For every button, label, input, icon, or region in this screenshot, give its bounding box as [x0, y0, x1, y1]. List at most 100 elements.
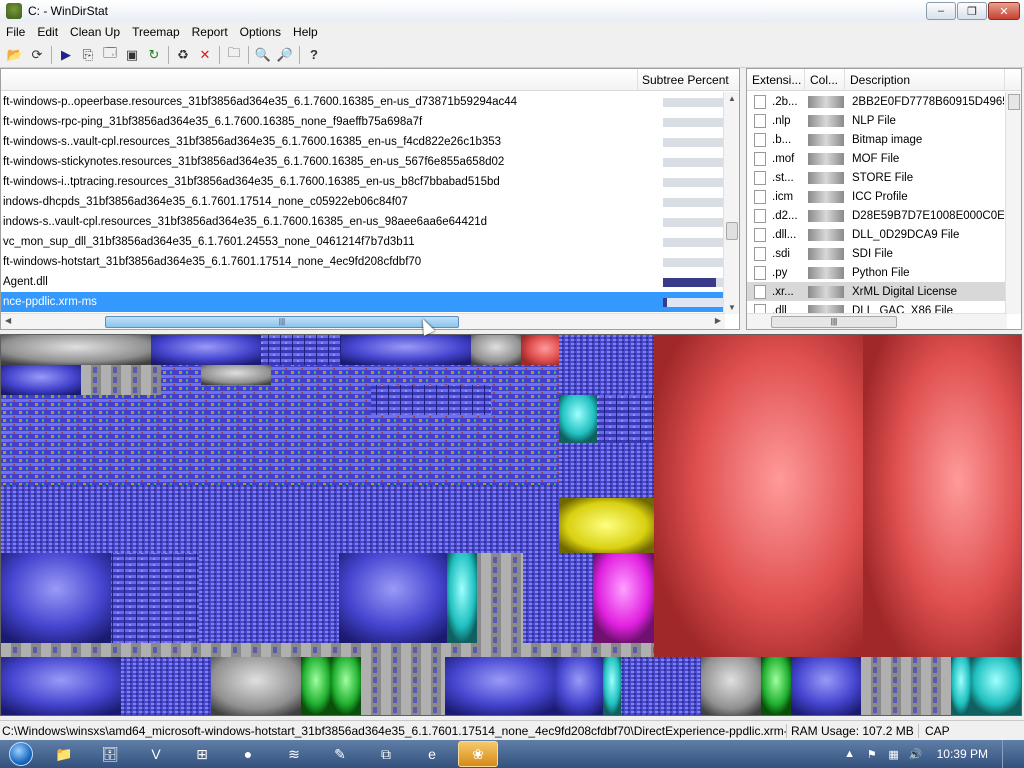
tray-up-arrow-icon[interactable]: ▲ [843, 747, 857, 761]
column-subtree-percent[interactable]: Subtree Percent [637, 69, 729, 91]
recycle-icon[interactable]: ♻ [172, 44, 194, 66]
menu-help[interactable]: Help [287, 22, 324, 42]
extension-row[interactable]: .st... STORE File [747, 168, 1007, 187]
directory-row[interactable]: Agent.dll [1, 272, 725, 292]
directory-vertical-scrollbar[interactable]: ▲ ▼ [723, 92, 739, 314]
start-button[interactable] [4, 740, 38, 768]
taskbar-python-app[interactable]: ⧉ [366, 741, 406, 767]
directory-row[interactable]: ft-windows-i..tptracing.resources_31bf38… [1, 172, 725, 192]
taskbar-firefox-app[interactable]: ● [228, 741, 268, 767]
tray-network-icon[interactable]: ▦ [887, 747, 901, 761]
open-folder-icon[interactable]: 📂 [4, 44, 26, 66]
subtree-percent-bar [663, 198, 723, 207]
taskbar-explorer-app[interactable]: 📁 [44, 741, 84, 767]
column-extension[interactable]: Extensi... [747, 69, 805, 91]
taskbar-clock[interactable]: 10:39 PM [937, 747, 988, 761]
directory-horizontal-scrollbar[interactable]: ◀ ||| ▶ [1, 313, 725, 329]
maximize-button[interactable]: ❐ [957, 2, 987, 20]
column-description[interactable]: Description [845, 69, 1005, 91]
subtree-percent-bar [663, 278, 723, 287]
refresh-selected-icon[interactable]: ↻ [143, 44, 165, 66]
extension-row[interactable]: .nlp NLP File [747, 111, 1007, 130]
extension-row[interactable]: .mof MOF File [747, 149, 1007, 168]
delete-icon[interactable]: ✕ [194, 44, 216, 66]
taskbar: 📁 🗄 V ⊞ ● ≋ ✎ ⧉ e ❀ ▲ ⚑ ▦ 🔊 10:39 PM [0, 740, 1024, 768]
scroll-right-icon[interactable]: ▶ [715, 316, 721, 325]
extension-description: ICC Profile [852, 190, 908, 203]
extension-row[interactable]: .b... Bitmap image [747, 130, 1007, 149]
menu-report[interactable]: Report [186, 22, 234, 42]
menu-edit[interactable]: Edit [31, 22, 64, 42]
extension-row[interactable]: .2b... 2BB2E0FD7778B60915D4965... [747, 92, 1007, 111]
menu-file[interactable]: File [0, 22, 31, 42]
command-prompt-icon[interactable]: ▣ [121, 44, 143, 66]
explorer-icon[interactable]: 🗔 [99, 44, 121, 66]
scroll-up-icon[interactable]: ▲ [728, 94, 736, 103]
scroll-thumb[interactable] [726, 222, 738, 240]
taskbar-file-cabinet-app[interactable]: 🗄 [90, 741, 130, 767]
menu-clean-up[interactable]: Clean Up [64, 22, 126, 42]
extension-vertical-scrollbar[interactable] [1005, 92, 1021, 314]
scroll-left-icon[interactable]: ◀ [5, 316, 11, 325]
taskbar-layers-app[interactable]: ≋ [274, 741, 314, 767]
zoom-in-icon[interactable]: 🔍 [252, 44, 274, 66]
minimize-button[interactable]: – [926, 2, 956, 20]
properties-icon[interactable]: 🗀 [223, 44, 245, 66]
extension-row[interactable]: .d2... D28E59B7D7E1008E000C0E0... [747, 206, 1007, 225]
extension-description: 2BB2E0FD7778B60915D4965... [852, 95, 1004, 108]
taskbar-windows-app[interactable]: ⊞ [182, 741, 222, 767]
scroll-thumb[interactable] [1008, 94, 1020, 110]
help-icon[interactable]: ? [303, 44, 325, 66]
close-button[interactable]: ✕ [988, 2, 1020, 20]
extension-row[interactable]: .xr... XrML Digital License [747, 282, 1007, 301]
extension-row[interactable]: .sdi SDI File [747, 244, 1007, 263]
directory-row[interactable]: ft-windows-stickynotes.resources_31bf385… [1, 152, 725, 172]
file-type-icon [754, 113, 766, 128]
refresh-icon[interactable]: ⟳ [26, 44, 48, 66]
scroll-down-icon[interactable]: ▼ [728, 303, 736, 312]
directory-row[interactable]: indows-s..vault-cpl.resources_31bf3856ad… [1, 212, 725, 232]
status-caps-lock: CAP [918, 723, 950, 738]
taskbar-pencil-app[interactable]: ✎ [320, 741, 360, 767]
treemap-view[interactable] [0, 334, 1022, 716]
treemap-graphic[interactable] [1, 335, 1021, 715]
toolbar-separator [248, 45, 249, 64]
title-bar: C: - WinDirStat – ❐ ✕ [0, 0, 1024, 22]
scroll-thumb[interactable]: ||| [105, 316, 459, 328]
extension-horizontal-scrollbar[interactable]: ||| [747, 313, 1007, 329]
taskbar-edge-app[interactable]: e [412, 741, 452, 767]
extension-row[interactable]: .dll... DLL_0D29DCA9 File [747, 225, 1007, 244]
menu-treemap[interactable]: Treemap [126, 22, 186, 42]
tray-volume-icon[interactable]: 🔊 [909, 747, 923, 761]
extension-name: .d2... [772, 209, 798, 222]
directory-row[interactable]: ft-windows-s..vault-cpl.resources_31bf38… [1, 132, 725, 152]
extension-description: MOF File [852, 152, 900, 165]
scroll-thumb[interactable]: ||| [771, 316, 897, 328]
extension-row[interactable]: .py Python File [747, 263, 1007, 282]
zoom-out-icon[interactable]: 🔎 [274, 44, 296, 66]
tray-flag-icon[interactable]: ⚑ [865, 747, 879, 761]
toolbar-separator [219, 45, 220, 64]
directory-row[interactable]: vc_mon_sup_dll_31bf3856ad364e35_6.1.7601… [1, 232, 725, 252]
directory-row[interactable]: ft-windows-rpc-ping_31bf3856ad364e35_6.1… [1, 112, 725, 132]
taskbar-vs-app[interactable]: V [136, 741, 176, 767]
subtree-percent-bar [663, 118, 723, 127]
show-desktop-button[interactable] [1002, 740, 1014, 768]
directory-row[interactable]: nce-ppdlic.xrm-ms [1, 292, 725, 312]
directory-row-name: nce-ppdlic.xrm-ms [3, 296, 97, 308]
directory-tree-pane[interactable]: Subtree Percent ft-windows-p..opeerbase.… [0, 68, 740, 330]
extension-color-swatch [808, 266, 844, 279]
directory-row[interactable]: indows-dhcpds_31bf3856ad364e35_6.1.7601.… [1, 192, 725, 212]
directory-row-name: vc_mon_sup_dll_31bf3856ad364e35_6.1.7601… [3, 236, 415, 248]
taskbar-windirstat-app[interactable]: ❀ [458, 741, 498, 767]
directory-row[interactable]: ft-windows-hotstart_31bf3856ad364e35_6.1… [1, 252, 725, 272]
copy-icon[interactable]: ⎘ [77, 44, 99, 66]
menu-options[interactable]: Options [234, 22, 287, 42]
directory-row[interactable]: ft-windows-p..opeerbase.resources_31bf38… [1, 92, 725, 112]
column-color[interactable]: Col... [805, 69, 845, 91]
play-icon[interactable]: ▶ [55, 44, 77, 66]
extension-row[interactable]: .icm ICC Profile [747, 187, 1007, 206]
extension-list-pane[interactable]: Extensi... Col... Description .2b... 2BB2… [746, 68, 1022, 330]
extension-name: .dll... [772, 228, 797, 241]
status-ram-usage: RAM Usage: 107.2 MB [786, 723, 918, 738]
